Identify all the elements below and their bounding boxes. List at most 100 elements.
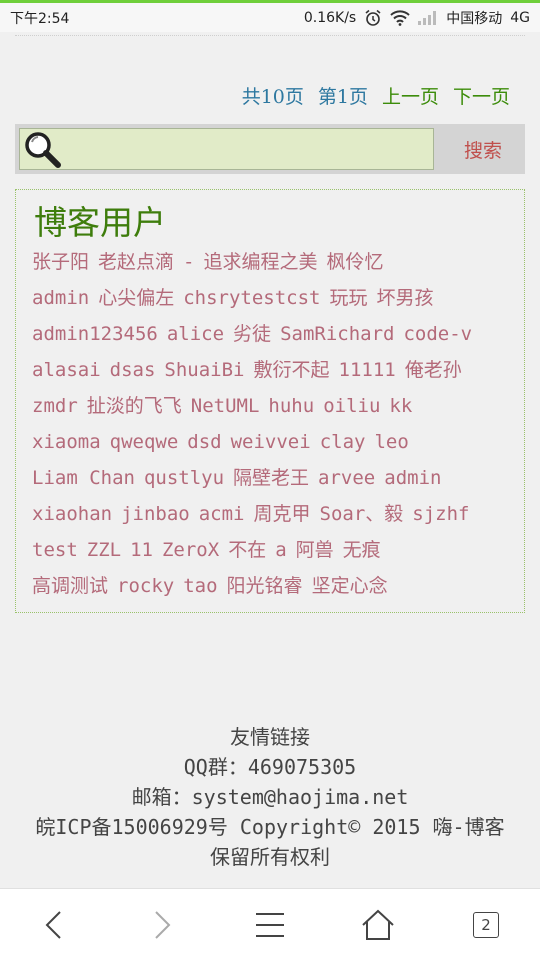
blog-user-link[interactable]: NetUML xyxy=(191,395,260,417)
blog-user-link[interactable]: 无痕 xyxy=(343,539,381,561)
blog-user-link[interactable]: 张子阳 xyxy=(32,251,89,273)
blog-user-link[interactable]: ZeroX xyxy=(162,539,219,561)
blog-user-link[interactable]: 阳光铭睿 xyxy=(227,575,303,597)
blog-user-link[interactable]: oiliu xyxy=(323,395,380,417)
blog-user-link[interactable]: ZZL xyxy=(87,539,121,561)
blog-user-link[interactable]: Liam Chan xyxy=(32,467,135,489)
chevron-right-icon xyxy=(155,911,171,939)
blog-user-link[interactable]: jinbao xyxy=(121,503,190,525)
user-line: admin 心尖偏左 chsrytestcst 玩玩 坏男孩 xyxy=(32,280,512,316)
blog-user-link[interactable]: 周克甲 xyxy=(253,503,310,525)
blog-user-link[interactable]: acmi xyxy=(199,503,245,525)
blog-user-link[interactable]: a xyxy=(275,539,286,561)
page-current[interactable]: 第1页 xyxy=(318,82,368,109)
blog-user-link[interactable]: 俺老孙 xyxy=(405,359,462,381)
blog-user-link[interactable]: alice xyxy=(167,323,224,345)
status-bar: 下午2:54 0.16K/s 中国移动 4G xyxy=(0,0,540,32)
user-line: zmdr 扯淡的飞飞 NetUML huhu oiliu kk xyxy=(32,388,512,424)
blog-user-link[interactable]: 扯淡的飞飞 xyxy=(87,395,182,417)
user-line: Liam Chan qustlyu 隔壁老王 arvee admin xyxy=(32,460,512,496)
email-contact: 邮箱：system@haojima.net xyxy=(131,785,409,809)
user-line: xiaohan jinbao acmi 周克甲 Soar、毅 sjzhf xyxy=(32,496,512,532)
blog-user-link[interactable]: alasai xyxy=(32,359,101,381)
blog-user-link[interactable]: sjzhf xyxy=(412,503,469,525)
net-speed: 0.16K/s xyxy=(303,9,357,26)
signal-icon xyxy=(418,10,438,25)
blog-user-link[interactable]: 劣徒 xyxy=(233,323,271,345)
blog-user-link[interactable]: kk xyxy=(389,395,412,417)
carrier-name: 中国移动 xyxy=(446,10,503,27)
blog-user-link[interactable]: 老赵点滴 xyxy=(98,251,174,273)
blog-user-link[interactable]: ShuaiBi xyxy=(164,359,244,381)
blog-user-link[interactable]: code-v xyxy=(403,323,472,345)
blog-user-link[interactable]: xiaoma xyxy=(32,431,101,453)
user-list: 张子阳 老赵点滴 - 追求编程之美 枫伶忆 admin 心尖偏左 chsrytestcst 玩玩… xyxy=(32,244,512,604)
blog-user-link[interactable]: Soar、毅 xyxy=(320,503,404,525)
blog-user-link[interactable]: 11111 xyxy=(339,359,396,381)
blog-user-link[interactable]: clay xyxy=(320,431,366,453)
network-type: 4G xyxy=(510,9,530,26)
qq-group: QQ群：469075305 xyxy=(183,755,357,779)
blog-user-link[interactable]: test xyxy=(32,539,78,561)
blog-user-link[interactable]: 坚定心念 xyxy=(312,575,388,597)
user-line: 高调测试 rocky tao 阳光铭睿 坚定心念 xyxy=(32,568,512,604)
blog-user-link[interactable]: rocky xyxy=(117,575,174,597)
prev-page-link[interactable]: 上一页 xyxy=(382,82,439,109)
blog-user-link[interactable]: 阿兽 xyxy=(296,539,334,561)
panel-title: 博客用户 xyxy=(34,203,166,242)
blog-user-link[interactable]: chsrytestcst xyxy=(183,287,320,309)
menu-icon xyxy=(256,913,284,937)
footer: 友情链接 QQ群：469075305 邮箱：system@haojima.net… xyxy=(0,722,540,872)
home-icon xyxy=(362,909,394,940)
blog-user-link[interactable]: admin xyxy=(32,287,89,309)
blog-user-link[interactable]: admin123456 xyxy=(32,323,158,345)
blog-user-link[interactable]: SamRichard xyxy=(280,323,394,345)
blog-user-link[interactable]: 不在 xyxy=(228,539,266,561)
blog-user-link[interactable]: 坏男孩 xyxy=(377,287,434,309)
tabs-button[interactable]: 2 xyxy=(456,895,516,955)
user-line: admin123456 alice 劣徒 SamRichard code-v xyxy=(32,316,512,352)
page-total: 共10页 xyxy=(241,86,304,108)
search-icon xyxy=(23,130,63,170)
blog-user-link[interactable]: 玩玩 xyxy=(330,287,368,309)
status-time: 下午2:54 xyxy=(10,10,70,27)
user-line: 张子阳 老赵点滴 - 追求编程之美 枫伶忆 xyxy=(32,244,512,280)
blog-user-link[interactable]: huhu xyxy=(268,395,314,417)
wifi-icon xyxy=(390,9,410,26)
top-divider xyxy=(15,35,525,36)
blog-user-link[interactable]: leo xyxy=(374,431,408,453)
blog-user-link[interactable]: 敷衍不起 xyxy=(253,359,329,381)
separator-dash: - xyxy=(183,251,195,273)
search-bar: 搜索 xyxy=(15,124,525,174)
blog-user-link[interactable]: 追求编程之美 xyxy=(203,251,317,273)
blog-user-link[interactable]: admin xyxy=(384,467,441,489)
blog-user-link[interactable]: zmdr xyxy=(32,395,78,417)
blog-user-link[interactable]: 高调测试 xyxy=(32,575,108,597)
blog-user-link[interactable]: weivvei xyxy=(231,431,311,453)
blog-user-link[interactable]: 心尖偏左 xyxy=(98,287,174,309)
blog-user-link[interactable]: dsas xyxy=(110,359,156,381)
next-page-link[interactable]: 下一页 xyxy=(453,82,510,109)
search-input[interactable] xyxy=(19,128,434,170)
blog-users-panel: 博客用户 张子阳 老赵点滴 - 追求编程之美 枫伶忆 admin 心尖偏左 chsrytest… xyxy=(15,189,525,613)
menu-button[interactable] xyxy=(240,895,300,955)
home-button[interactable] xyxy=(348,895,408,955)
blog-user-link[interactable]: qustlyu xyxy=(144,467,224,489)
blog-user-link[interactable]: 枫伶忆 xyxy=(327,251,384,273)
alarm-icon xyxy=(364,9,382,27)
tab-count: 2 xyxy=(473,912,499,938)
blog-user-link[interactable]: arvee xyxy=(318,467,375,489)
blog-user-link[interactable]: qweqwe xyxy=(110,431,179,453)
blog-user-link[interactable]: dsd xyxy=(187,431,221,453)
blog-user-link[interactable]: 11 xyxy=(130,539,153,561)
browser-toolbar: 2 xyxy=(0,888,540,961)
all-rights-reserved: 保留所有权利 xyxy=(210,845,330,869)
user-line: alasai dsas ShuaiBi 敷衍不起 11111 俺老孙 xyxy=(32,352,512,388)
search-button[interactable]: 搜索 xyxy=(447,132,519,166)
blog-user-link[interactable]: 隔壁老王 xyxy=(233,467,309,489)
blog-user-link[interactable]: tao xyxy=(183,575,217,597)
back-button[interactable] xyxy=(24,895,84,955)
friend-links-title[interactable]: 友情链接 xyxy=(0,722,540,752)
forward-button[interactable] xyxy=(132,895,192,955)
blog-user-link[interactable]: xiaohan xyxy=(32,503,112,525)
